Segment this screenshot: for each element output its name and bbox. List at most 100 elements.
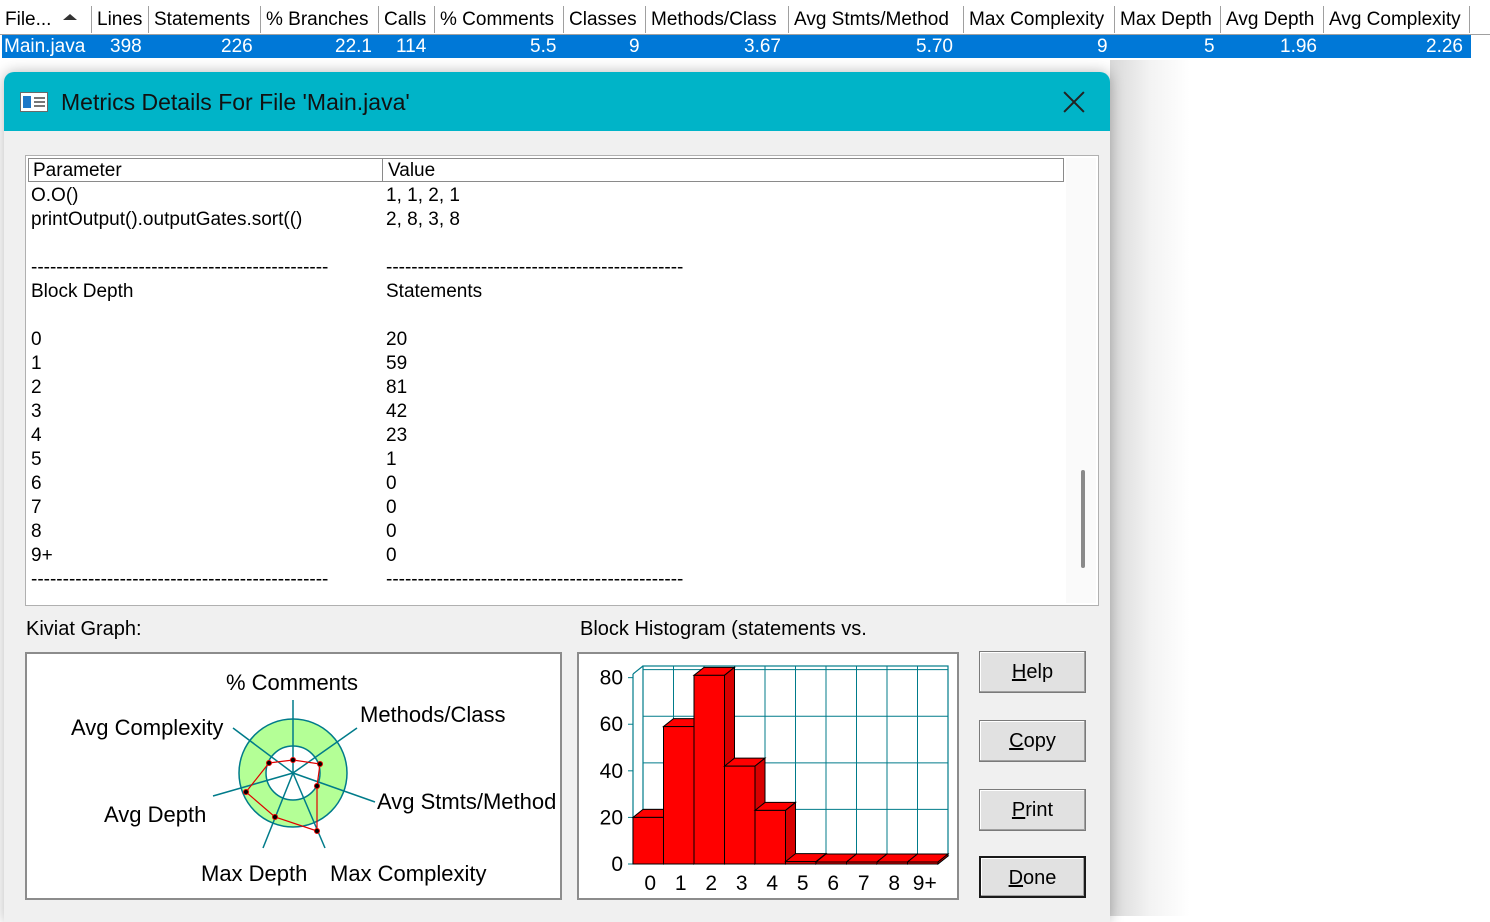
cell-methods-class: 3.67 [744,36,781,57]
histogram-x-tick-label: 5 [797,872,809,895]
kiviat-axis-label: Methods/Class [360,702,506,727]
histogram-y-tick-label: 40 [600,760,623,783]
cell-avg-depth: 1.96 [1280,36,1317,57]
grid-cell-value: 1 [386,449,397,470]
help-button[interactable]: Help [979,651,1086,693]
col-header-branches[interactable]: % Branches [261,6,379,33]
kiviat-axis-label: Max Depth [201,861,307,886]
scrollbar-thumb[interactable] [1081,470,1085,568]
close-icon[interactable] [1056,84,1092,120]
grid-cell-parameter: 4 [31,425,42,446]
grid-cell-parameter: Block Depth [31,281,134,302]
histogram-x-tick-label: 9+ [913,872,937,895]
table-row-selected[interactable]: Main.java 398 226 22.1 114 5.5 9 3.67 5.… [2,35,1471,58]
histogram-bar [907,861,939,865]
histogram-axis-corner [632,665,644,675]
kiviat-axis-label: % Comments [226,670,358,695]
col-header-file[interactable]: File... [0,6,92,33]
grid-cell-value: 2, 8, 3, 8 [386,209,460,230]
grid-cell-parameter: O.O() [31,185,79,206]
cell-calls: 114 [396,36,427,57]
col-header-classes[interactable]: Classes [564,6,646,33]
cell-file: Main.java [4,36,86,57]
histogram-bar [785,861,817,865]
col-header-methods-class[interactable]: Methods/Class [646,6,789,33]
kiviat-point [290,757,296,763]
cell-max-depth: 5 [1204,36,1215,57]
kiviat-axis-label: Max Complexity [330,861,486,886]
histogram-x-tick-label: 8 [888,872,900,895]
col-header-avg-depth[interactable]: Avg Depth [1221,6,1324,33]
histogram-bar [632,816,664,865]
kiviat-label: Kiviat Graph: [26,618,142,640]
grid-cell-value: 23 [386,425,408,446]
grid-cell-parameter: ----------------------------------------… [31,569,329,590]
histogram-x-tick-label: 0 [644,872,656,895]
copy-button[interactable]: Copy [979,720,1086,762]
window-app-icon [20,92,48,112]
kiviat-point [314,783,320,789]
col-header-max-complexity[interactable]: Max Complexity [964,6,1115,33]
metrics-details-dialog: Metrics Details For File 'Main.java' Par… [4,72,1110,922]
histogram-y-tick-label: 0 [611,853,623,876]
grid-cell-parameter: 2 [31,377,42,398]
histogram-x-tick-label: 3 [736,872,748,895]
histogram-x-tick-label: 4 [766,872,778,895]
grid-cell-parameter: 0 [31,329,42,350]
histogram-bar [876,861,908,865]
cell-lines: 398 [110,36,142,57]
grid-cell-parameter: 3 [31,401,42,422]
cell-classes: 9 [629,36,640,57]
histogram-x-tick-label: 2 [705,872,717,895]
grid-cell-value: 59 [386,353,408,374]
grid-cell-value: 0 [386,473,397,494]
histogram-bar [693,674,725,865]
histogram-bar [846,861,878,865]
grid-cell-value: ----------------------------------------… [386,569,684,590]
histogram-bar [754,809,786,865]
kiviat-point [243,789,249,795]
cell-statements: 226 [221,36,253,57]
done-button[interactable]: Done [979,856,1086,898]
grid-cell-value: Statements [386,281,483,302]
histogram-x-tick-label: 6 [827,872,839,895]
col-header-avg-complexity[interactable]: Avg Complexity [1324,6,1470,33]
kiviat-point [266,760,272,766]
grid-cell-value: 20 [386,329,408,350]
grid-cell-parameter: 7 [31,497,42,518]
grid-cell-parameter: ----------------------------------------… [31,257,329,278]
metrics-grid[interactable]: Parameter Value O.O() 1, 1, 2, 1 printOutp… [25,155,1099,606]
grid-cell-value: 0 [386,521,397,542]
dialog-title: Metrics Details For File 'Main.java' [61,89,410,115]
col-header-avg-stmts[interactable]: Avg Stmts/Method [789,6,964,33]
kiviat-axis-label: Avg Depth [104,802,206,827]
grid-cell-parameter: 9+ [31,545,53,566]
col-header-statements[interactable]: Statements [149,6,261,33]
dialog-titlebar[interactable]: Metrics Details For File 'Main.java' [4,72,1110,131]
print-button[interactable]: Print [979,789,1086,831]
col-header-comments[interactable]: % Comments [435,6,564,33]
col-header-calls[interactable]: Calls [379,6,435,33]
kiviat-point [272,814,278,820]
grid-cell-value: 42 [386,401,408,422]
kiviat-point [317,761,323,767]
grid-header-value[interactable]: Value [384,159,1064,181]
histogram-bar [724,765,756,865]
kiviat-graph: % Comments Methods/Class Avg Stmts/Metho… [25,652,562,900]
col-header-lines[interactable]: Lines [92,6,149,33]
grid-cell-value: 0 [386,497,397,518]
sort-ascending-icon [63,13,78,20]
cell-comments: 5.5 [530,36,557,57]
histogram-label: Block Histogram (statements vs. [580,618,867,640]
cell-max-complexity: 9 [1097,36,1108,57]
kiviat-point [314,828,320,834]
grid-cell-value: ----------------------------------------… [386,257,684,278]
grid-cell-parameter: 6 [31,473,42,494]
histogram-y-tick-label: 80 [600,667,623,690]
grid-cell-value: 1, 1, 2, 1 [386,185,460,206]
col-header-max-depth[interactable]: Max Depth [1115,6,1221,33]
grid-header-parameter[interactable]: Parameter [29,159,383,181]
cell-branches: 22.1 [335,36,372,57]
kiviat-axis-label: Avg Stmts/Method [377,789,556,814]
grid-cell-parameter: 1 [31,353,42,374]
